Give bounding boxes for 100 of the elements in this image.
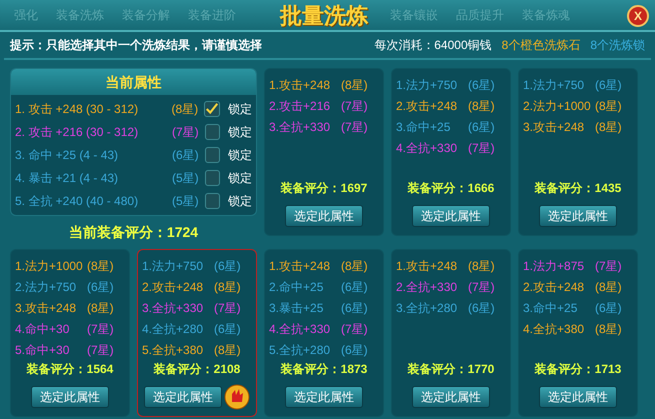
close-button[interactable]: X — [627, 5, 649, 27]
lock-label: 锁定 — [228, 170, 252, 186]
lock-cost: 8个洗炼锁 — [590, 37, 645, 54]
stat-text: 2.全抗+330 — [396, 279, 458, 295]
star-grade: (7星) — [341, 98, 368, 114]
stat-text: 2.法力+1000 — [523, 98, 592, 114]
stat-text: 2.命中+25 — [269, 279, 324, 295]
result-card[interactable]: 1.攻击+248 (8星) 2.攻击+216 (7星) 3.全抗+330 (7星) 装备评分：1697 选定此属性 — [264, 68, 384, 236]
star-grade: (8星) — [595, 321, 622, 337]
attribute-text: 5. 全抗 +240 (40 - 480) — [15, 192, 140, 210]
select-button[interactable]: 选定此属性 — [412, 386, 490, 408]
lock-checkbox[interactable] — [204, 146, 220, 162]
stat-text: 3.暴击+25 — [269, 300, 324, 316]
stat-text: 1.攻击+248 — [269, 258, 332, 274]
current-score: 当前装备评分：1724 — [68, 223, 200, 242]
star-grade: (8星) — [468, 258, 495, 274]
star-grade: (6星) — [214, 258, 241, 274]
panel-title: 当前属性 — [11, 69, 256, 95]
star-grade: (6星) — [341, 342, 368, 358]
stat-text: 1.法力+750 — [396, 77, 458, 93]
star-grade: (6星) — [214, 321, 241, 337]
stat-text: 4.命中+30 — [15, 321, 70, 337]
result-card[interactable]: 1.法力+1000 (8星) 2.法力+750 (6星) 3.攻击+248 (8星) 4.命中+30 (7星) 5.命中+30 (7星) 装备评分：1564 选定此属性 — [10, 249, 130, 417]
star-grade: (8星) — [214, 279, 241, 295]
lock-label: 锁定 — [228, 100, 252, 118]
stat-text: 1.法力+750 — [142, 258, 204, 274]
star-grade: (7星) — [214, 300, 241, 316]
select-button[interactable]: 选定此属性 — [539, 386, 617, 408]
stat-text: 3.攻击+248 — [523, 119, 586, 135]
stat-text: 5.全抗+380 — [142, 342, 204, 358]
select-button[interactable]: 选定此属性 — [285, 386, 363, 408]
stat-text: 1.攻击+248 — [396, 258, 458, 274]
star-grade: (8星) — [171, 100, 200, 118]
star-grade: (6星) — [595, 300, 622, 316]
select-button[interactable]: 选定此属性 — [285, 205, 363, 227]
result-card[interactable]: 1.法力+875 (7星) 2.攻击+248 (8星) 3.命中+25 (6星) 4.全抗+380 (8星) 装备评分：1713 选定此属性 — [518, 249, 638, 417]
stat-text: 1.法力+1000 — [15, 258, 84, 274]
result-card[interactable]: 1.攻击+248 (8星) 2.命中+25 (6星) 3.暴击+25 (6星) 4.全抗+330 (7星) 5.全抗+280 (6星) 装备评分：1873 选定此属性 — [264, 249, 384, 417]
star-grade: (7星) — [468, 279, 495, 295]
stat-text: 1.攻击+248 — [269, 77, 332, 93]
star-grade: (8星) — [595, 279, 622, 295]
score-text: 装备评分：1873 — [280, 361, 368, 378]
attribute-text: 4. 暴击 +21 (4 - 43) — [15, 170, 120, 186]
star-grade: (7星) — [172, 124, 200, 140]
select-button[interactable]: 选定此属性 — [412, 205, 490, 227]
attribute-text: 3. 命中 +25 (4 - 43) — [15, 146, 120, 164]
stat-text: 3.命中+25 — [523, 300, 578, 316]
star-grade: (7星) — [595, 258, 622, 274]
score-text: 装备评分：1713 — [534, 361, 622, 378]
select-button[interactable]: 选定此属性 — [539, 205, 617, 227]
star-grade: (8星) — [214, 342, 241, 358]
score-text: 装备评分：1435 — [534, 180, 622, 197]
select-button[interactable]: 选定此属性 — [144, 386, 222, 408]
result-card[interactable]: 1.法力+750 (6星) 2.攻击+248 (8星) 3.命中+25 (6星) 4.全抗+330 (7星) 装备评分：1666 选定此属性 — [391, 68, 511, 236]
stat-text: 1.法力+875 — [523, 258, 586, 274]
stat-text: 5.全抗+280 — [269, 342, 332, 358]
star-grade: (8星) — [595, 119, 622, 135]
star-grade: (6星) — [341, 279, 368, 295]
stat-text: 3.全抗+330 — [269, 119, 332, 135]
stat-text: 4.全抗+330 — [269, 321, 332, 337]
tip-text: 提示：只能选择其中一个洗炼结果，请谨慎选择 — [10, 37, 262, 54]
star-grade: (6星) — [87, 279, 114, 295]
star-grade: (6星) — [341, 300, 368, 316]
lock-checkbox[interactable] — [204, 192, 220, 208]
star-grade: (7星) — [87, 342, 114, 358]
score-text: 装备评分：1564 — [26, 361, 114, 378]
lock-checkbox[interactable] — [204, 170, 220, 186]
stat-text: 2.攻击+216 — [269, 98, 332, 114]
result-card[interactable]: 1.法力+750 (6星) 2.攻击+248 (8星) 3.全抗+330 (7星) 4.全抗+280 (6星) 5.全抗+380 (8星) 装备评分：2108 选定此属性 — [137, 249, 257, 417]
stat-text: 2.法力+750 — [15, 279, 78, 295]
select-button[interactable]: 选定此属性 — [31, 386, 109, 408]
star-grade: (8星) — [87, 300, 114, 316]
lock-checkbox[interactable] — [204, 100, 220, 116]
star-grade: (5星) — [172, 192, 200, 210]
score-text: 装备评分：2108 — [152, 361, 242, 378]
score-text: 装备评分：1666 — [406, 180, 496, 197]
stat-text: 4.全抗+280 — [142, 321, 204, 337]
attribute-text: 1. 攻击 +248 (30 - 312) — [15, 100, 140, 118]
lock-checkbox[interactable] — [204, 124, 220, 140]
result-card[interactable]: 1.攻击+248 (8星) 2.全抗+330 (7星) 3.全抗+280 (6星) 装备评分：1770 选定此属性 — [391, 249, 511, 417]
star-grade: (8星) — [595, 98, 622, 114]
stat-text: 5.命中+30 — [15, 342, 70, 358]
result-card[interactable]: 1.法力+750 (6星) 2.法力+1000 (8星) 3.攻击+248 (8星) 装备评分：1435 选定此属性 — [518, 68, 638, 236]
star-grade: (6星) — [468, 300, 495, 316]
star-grade: (8星) — [341, 258, 368, 274]
star-grade: (7星) — [341, 119, 368, 135]
star-grade: (8星) — [87, 258, 114, 274]
lock-label: 锁定 — [228, 146, 252, 164]
stat-text: 3.攻击+248 — [15, 300, 78, 316]
stat-text: 4.全抗+380 — [523, 321, 586, 337]
lock-label: 锁定 — [228, 124, 252, 140]
stat-text: 3.全抗+330 — [142, 300, 204, 316]
star-grade: (6星) — [468, 77, 495, 93]
star-grade: (7星) — [341, 321, 368, 337]
score-text: 装备评分：1770 — [406, 361, 496, 378]
stat-text: 2.攻击+248 — [142, 279, 204, 295]
stat-text: 4.全抗+330 — [396, 140, 458, 156]
stat-text: 2.攻击+248 — [523, 279, 586, 295]
star-grade: (6星) — [595, 77, 622, 93]
stat-text: 3.命中+25 — [396, 119, 452, 135]
